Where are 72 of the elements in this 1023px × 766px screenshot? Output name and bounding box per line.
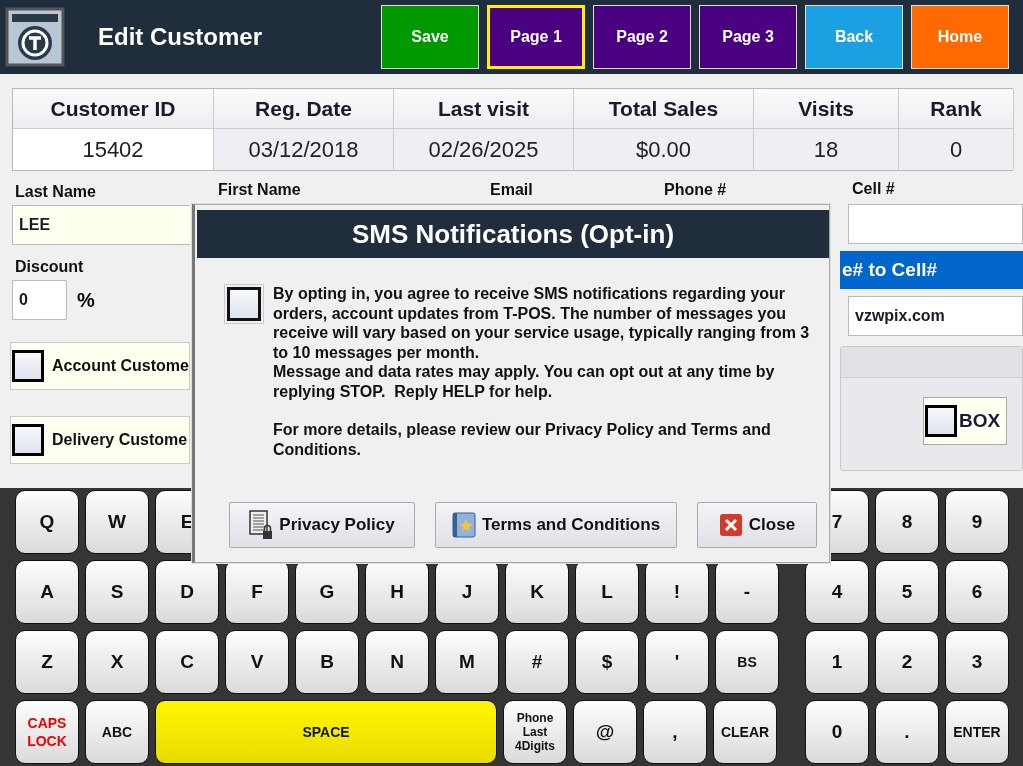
page-title: Edit Customer <box>98 23 263 51</box>
keyboard-key[interactable]: ENTER <box>945 700 1009 764</box>
keyboard-key[interactable]: 9 <box>945 490 1009 554</box>
close-button[interactable]: Close <box>697 502 817 548</box>
table-cell: 15402 <box>13 129 214 170</box>
opt-in-checkbox[interactable] <box>227 287 261 321</box>
cell-number-field[interactable] <box>848 204 1023 244</box>
keyboard-key[interactable]: 6 <box>945 560 1009 624</box>
column-header: Visits <box>754 89 899 129</box>
keyboard-key[interactable]: 8 <box>875 490 939 554</box>
keyboard-key[interactable]: A <box>15 560 79 624</box>
dialog-title: SMS Notifications (Opt-in) <box>197 210 829 258</box>
keyboard-key[interactable]: 3 <box>945 630 1009 694</box>
keyboard-key[interactable]: 5 <box>875 560 939 624</box>
keyboard-key[interactable]: D <box>155 560 219 624</box>
keyboard-key[interactable]: 4 <box>805 560 869 624</box>
keyboard-key[interactable]: C <box>155 630 219 694</box>
document-lock-icon <box>249 510 274 540</box>
keyboard-key[interactable]: @ <box>573 700 637 764</box>
field-label: First Name <box>218 181 302 199</box>
keyboard-key[interactable]: 0 <box>805 700 869 764</box>
keyboard-key[interactable]: M <box>435 630 499 694</box>
close-icon <box>718 513 743 537</box>
percent-label: % <box>77 288 95 312</box>
column-header: Customer ID <box>13 89 214 129</box>
consent-text: For more details, please review our Privacy Policy and Terms and Conditions. <box>273 420 772 459</box>
keyboard-key[interactable]: Phone Last 4Digits <box>503 700 567 764</box>
keyboard-key[interactable]: V <box>225 630 289 694</box>
field-label: Phone # <box>664 181 728 199</box>
nav-button[interactable]: Page 1 <box>487 5 585 69</box>
keyboard-key[interactable]: B <box>295 630 359 694</box>
field-label: Cell # <box>852 180 896 198</box>
nav-button[interactable]: Page 2 <box>593 5 691 69</box>
keyboard-key[interactable]: # <box>505 630 569 694</box>
column-header: Total Sales <box>574 89 754 129</box>
customer-checkbox[interactable]: Account Custome <box>10 342 190 390</box>
field-label: Discount <box>15 258 85 276</box>
keyboard-key[interactable]: N <box>365 630 429 694</box>
keyboard-key[interactable]: CLEAR <box>713 700 777 764</box>
keyboard-key[interactable]: X <box>85 630 149 694</box>
keyboard-key[interactable]: BS <box>715 630 779 694</box>
privacy-policy-button[interactable]: Privacy Policy <box>229 502 415 548</box>
keyboard-key[interactable]: S <box>85 560 149 624</box>
nav-button[interactable]: Page 3 <box>699 5 797 69</box>
consent-text: By opting in, you agree to receive SMS notifications regarding your orders, account updates from T-POS. The number of messages you receive will vary based on your service usage, typically ranging from 3 to 10 messages per month. Message and data rates may apply. You can opt out at any time by replying STOP. Reply HELP for help. <box>273 284 811 401</box>
washer-icon <box>4 6 66 68</box>
keyboard-key[interactable]: Z <box>15 630 79 694</box>
last-name-field[interactable]: LEE <box>12 205 190 245</box>
keyboard-key[interactable]: 2 <box>875 630 939 694</box>
keyboard-key[interactable]: Q <box>15 490 79 554</box>
caps-lock-key[interactable]: CAPS LOCK <box>15 700 79 764</box>
customer-checkbox[interactable]: Delivery Custome <box>10 416 190 464</box>
keyboard-key[interactable]: 1 <box>805 630 869 694</box>
box-checkbox[interactable]: BOX <box>923 397 1007 445</box>
field-label: Last Name <box>15 183 97 201</box>
discount-field[interactable]: 0 <box>12 280 67 320</box>
keyboard-key[interactable]: ' <box>645 630 709 694</box>
field-label: Email <box>490 181 534 199</box>
keyboard-key[interactable]: ABC <box>85 700 149 764</box>
star-book-icon <box>451 512 476 538</box>
keyboard-key[interactable]: $ <box>575 630 639 694</box>
terms-button[interactable]: Terms and Conditions <box>435 502 677 548</box>
space-key[interactable]: SPACE <box>155 700 497 764</box>
column-header: Rank <box>899 89 1014 129</box>
keyboard-key[interactable]: W <box>85 490 149 554</box>
nav-button[interactable]: Save <box>381 5 479 69</box>
keyboard-key[interactable]: . <box>875 700 939 764</box>
column-header: Reg. Date <box>214 89 394 129</box>
copy-phone-button[interactable]: e# to Cell# <box>840 251 1023 289</box>
column-header: Last visit <box>394 89 574 129</box>
carrier-field[interactable]: vzwpix.com <box>848 296 1023 336</box>
keyboard-key[interactable]: , <box>643 700 707 764</box>
